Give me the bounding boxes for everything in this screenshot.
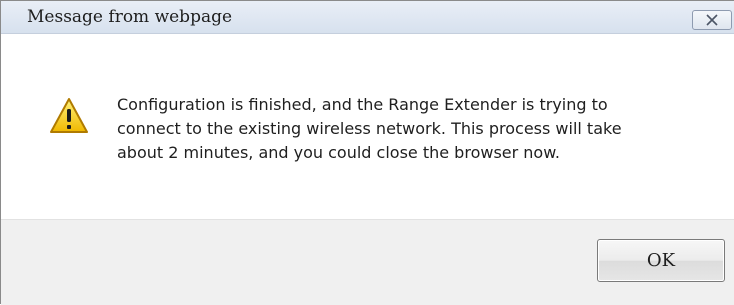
- close-icon: [706, 14, 718, 26]
- dialog-title: Message from webpage: [27, 7, 233, 27]
- close-button[interactable]: [692, 10, 732, 30]
- ok-button[interactable]: OK: [597, 239, 725, 282]
- dialog-titlebar[interactable]: Message from webpage: [1, 1, 734, 34]
- message-dialog: Message from webpage Configuration is fi…: [0, 0, 734, 305]
- dialog-message: Configuration is finished, and the Range…: [117, 95, 622, 162]
- warning-icon: [50, 98, 88, 133]
